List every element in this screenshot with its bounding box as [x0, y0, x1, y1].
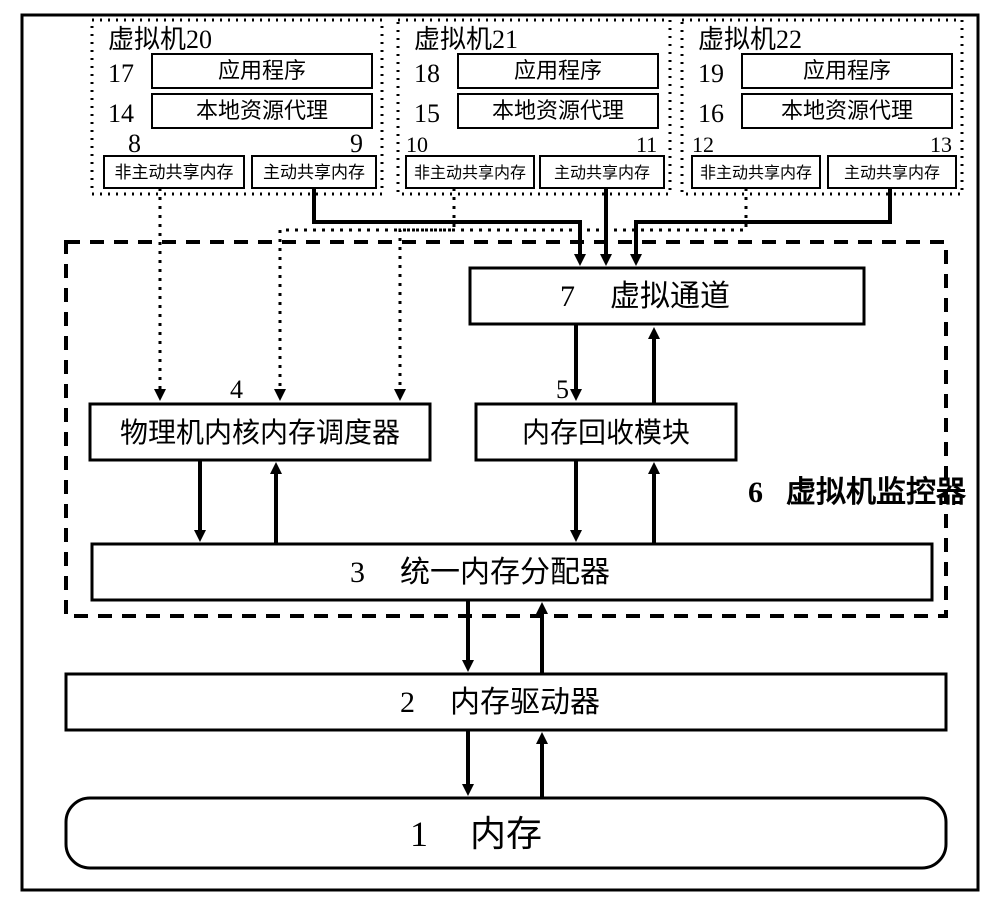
- vm22-nonactive-num: 12: [692, 132, 714, 157]
- vm21-title: 虚拟机21: [414, 25, 518, 54]
- vm21-group: 虚拟机21 18 应用程序 15 本地资源代理 10 11 非主动共享内存 主动…: [398, 20, 670, 194]
- vm21-proxy-label: 本地资源代理: [492, 98, 624, 123]
- driver-num: 2: [400, 686, 415, 719]
- allocator-label: 统一内存分配器: [400, 556, 610, 589]
- allocator-num: 3: [350, 556, 365, 589]
- vm21-nonactive-num: 10: [406, 132, 428, 157]
- conn-13-to-7: [636, 188, 890, 260]
- vm22-active-label: 主动共享内存: [844, 164, 940, 182]
- conn-9-to-7: [314, 188, 580, 260]
- vm22-title: 虚拟机22: [698, 25, 802, 54]
- vm20-active-num: 9: [350, 129, 363, 158]
- vm21-app-label: 应用程序: [514, 58, 602, 83]
- vm20-proxy-label: 本地资源代理: [196, 98, 328, 123]
- vm20-app-num: 17: [108, 59, 134, 88]
- vm22-group: 虚拟机22 19 应用程序 16 本地资源代理 12 13 非主动共享内存 主动…: [682, 20, 962, 194]
- vchannel-label: 虚拟通道: [610, 280, 730, 313]
- vm20-app-label: 应用程序: [218, 58, 306, 83]
- vm22-nonactive-label: 非主动共享内存: [700, 164, 812, 182]
- scheduler-label: 物理机内核内存调度器: [120, 417, 400, 449]
- memory-label: 内存: [470, 814, 542, 854]
- vchannel-num: 7: [560, 280, 575, 313]
- recycler-num: 5: [556, 375, 569, 404]
- vm20-group: 虚拟机20 17 应用程序 14 本地资源代理 8 9 非主动共享内存 主动共享…: [92, 20, 382, 194]
- vm22-active-num: 13: [930, 132, 952, 157]
- vm20-title: 虚拟机20: [108, 25, 212, 54]
- vm21-active-num: 11: [636, 132, 657, 157]
- monitor-label: 虚拟机监控器: [786, 476, 967, 509]
- vm22-proxy-label: 本地资源代理: [781, 98, 913, 123]
- scheduler-num: 4: [230, 375, 243, 404]
- vm22-app-num: 19: [698, 59, 724, 88]
- vm20-proxy-num: 14: [108, 99, 134, 128]
- conn-10-to-4: [280, 188, 454, 395]
- monitor-num: 6: [748, 476, 763, 509]
- vm22-app-label: 应用程序: [803, 58, 891, 83]
- vm20-active-label: 主动共享内存: [263, 163, 365, 182]
- vm21-app-num: 18: [414, 59, 440, 88]
- memory-num: 1: [410, 814, 428, 854]
- vm22-proxy-num: 16: [698, 99, 724, 128]
- vm20-nonactive-num: 8: [128, 129, 141, 158]
- vm20-nonactive-label: 非主动共享内存: [115, 163, 234, 182]
- vm21-nonactive-label: 非主动共享内存: [414, 164, 526, 182]
- recycler-label: 内存回收模块: [522, 417, 690, 449]
- driver-label: 内存驱动器: [450, 686, 600, 719]
- vm21-active-label: 主动共享内存: [554, 164, 650, 182]
- vm21-proxy-num: 15: [414, 99, 440, 128]
